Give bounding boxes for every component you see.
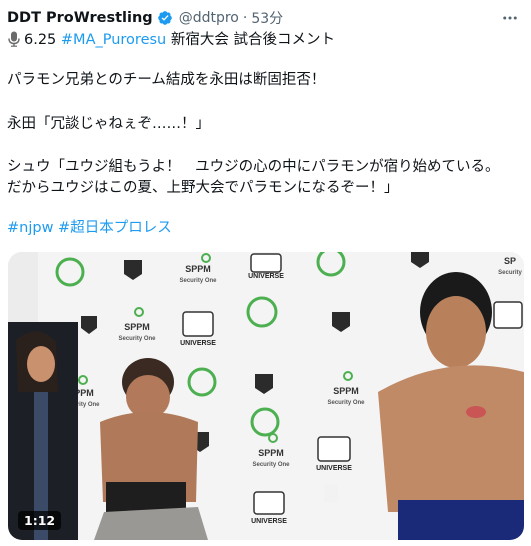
author-name[interactable]: DDT ProWrestling (7, 10, 153, 26)
video-frame: UNIVERSE UNIVERSE UNIVERSE UNIVERSE SPPM… (8, 252, 524, 540)
video-duration: 1:12 (18, 511, 62, 530)
video-player[interactable]: UNIVERSE UNIVERSE UNIVERSE UNIVERSE SPPM… (8, 252, 524, 540)
tweet-line-2: パラモン兄弟とのチーム結成を永田は断固拒否！ (7, 72, 326, 88)
svg-text:SPPM: SPPM (124, 322, 150, 332)
svg-text:UNIVERSE: UNIVERSE (180, 340, 216, 347)
microphone-icon (8, 31, 20, 47)
hashtag-chounihon-puroresu[interactable]: #超日本プロレス (58, 220, 172, 236)
hashtag-ma-puroresu[interactable]: #MA_Puroresu (61, 32, 166, 48)
verified-badge-icon (157, 11, 172, 25)
person-left (8, 322, 78, 540)
svg-text:UNIVERSE: UNIVERSE (251, 518, 287, 525)
svg-text:Security: Security (498, 270, 522, 276)
svg-text:Security One: Security One (252, 462, 290, 468)
svg-text:SPPM: SPPM (333, 386, 359, 396)
tweet-event: 新宿大会 試合後コメント (166, 32, 335, 48)
tweet-line-1: 6.25 #MA_Puroresu 新宿大会 試合後コメント (7, 30, 521, 51)
svg-text:SP: SP (504, 256, 516, 266)
tweet-hashtags: #njpw #超日本プロレス (7, 218, 521, 239)
separator-dot: · (242, 10, 248, 26)
tweet-line-4: シュウ「ユウジ組もうよ！ ユウジの心の中にパラモンが宿り始めている。 (7, 159, 500, 175)
svg-text:Security One: Security One (118, 336, 156, 342)
tweet-date: 6.25 (24, 32, 61, 48)
timestamp[interactable]: 53分 (251, 8, 283, 28)
svg-text:SPPM: SPPM (185, 264, 211, 274)
more-options-icon[interactable] (499, 7, 521, 29)
svg-text:UNIVERSE: UNIVERSE (316, 465, 352, 472)
svg-text:Security One: Security One (179, 278, 217, 284)
svg-text:SPPM: SPPM (258, 448, 284, 458)
author-handle[interactable]: @ddtpro (179, 10, 239, 26)
svg-text:Security One: Security One (327, 400, 365, 406)
tweet-line-5: だからユウジはこの夏、上野大会でパラモンになるぞー！」 (7, 180, 399, 196)
tweet-header: DDT ProWrestling @ddtpro · 53分 (7, 7, 523, 29)
svg-text:UNIVERSE: UNIVERSE (248, 273, 284, 280)
hashtag-njpw[interactable]: #njpw (7, 220, 53, 236)
tweet-line-3: 永田「冗談じゃねぇぞ……！」 (7, 116, 210, 132)
